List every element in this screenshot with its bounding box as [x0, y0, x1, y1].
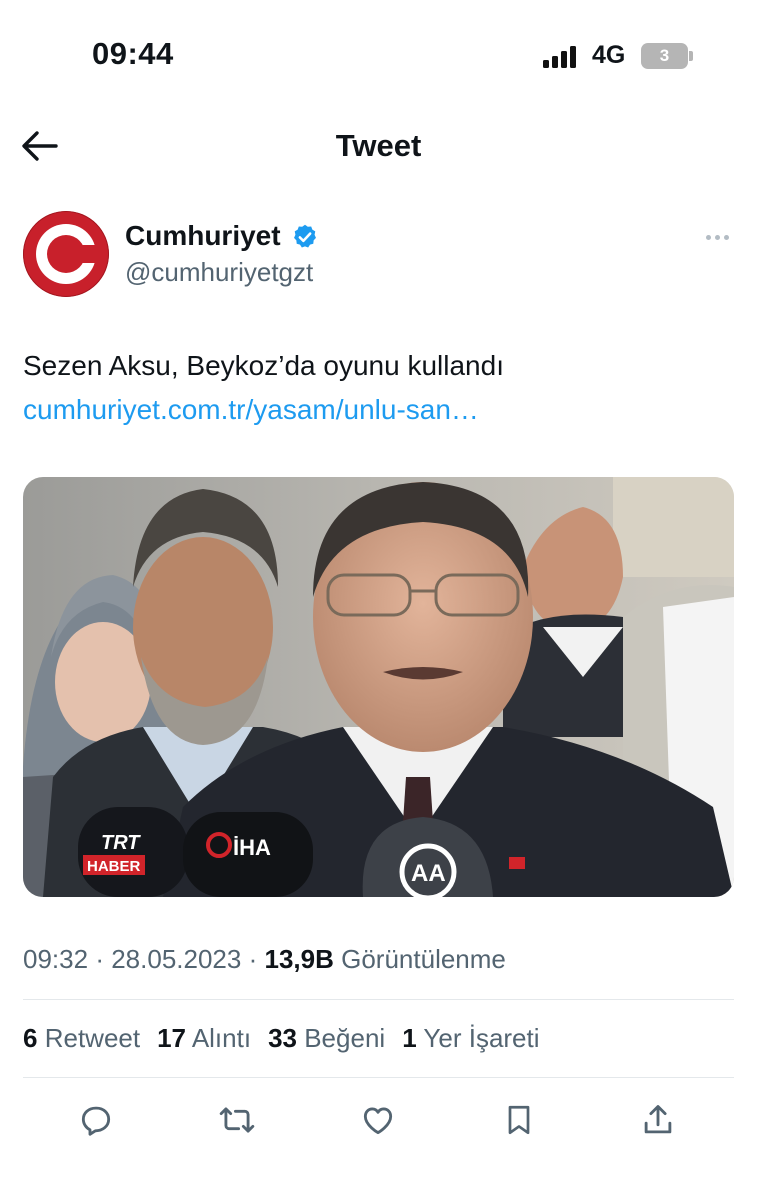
status-bar: 09:44 4G 3: [0, 0, 757, 110]
share-button[interactable]: [636, 1098, 680, 1142]
tweet-text: Sezen Aksu, Beykoz’da oyunu kullandı: [23, 350, 504, 381]
page-title: Tweet: [335, 128, 422, 163]
author-handle[interactable]: @cumhuriyetgzt: [125, 257, 313, 288]
share-icon: [644, 1105, 672, 1134]
views-label: Görüntülenme: [341, 944, 506, 974]
like-button[interactable]: [356, 1098, 400, 1142]
press-conference-photo: TRT HABER İHA AA: [23, 477, 734, 897]
cumhuriyet-logo-icon: [23, 211, 109, 297]
stat-likes[interactable]: 33 Beğeni: [268, 1023, 385, 1054]
divider: [23, 1077, 734, 1078]
bookmark-button[interactable]: [497, 1098, 541, 1142]
tweet-media-image[interactable]: TRT HABER İHA AA: [23, 477, 734, 897]
more-options-icon[interactable]: [699, 226, 735, 248]
divider: [23, 999, 734, 1000]
views-count: 13,9B: [264, 944, 334, 974]
like-icon: [363, 1107, 393, 1135]
network-label: 4G: [592, 41, 626, 69]
tweet-meta: 09:32 · 28.05.2023 · 13,9B Görüntülenme: [23, 944, 506, 974]
top-nav: Tweet: [0, 110, 757, 185]
retweet-icon: [219, 1107, 255, 1133]
verified-badge-icon: [294, 224, 316, 248]
signal-icon: [543, 44, 579, 68]
svg-text:AA: AA: [411, 860, 446, 887]
stat-bookmarks[interactable]: 1 Yer İşareti: [402, 1023, 539, 1054]
svg-text:İHA: İHA: [233, 835, 271, 860]
stat-quotes[interactable]: 17 Alıntı: [157, 1023, 251, 1054]
stat-retweets[interactable]: 6 Retweet: [23, 1023, 140, 1054]
reply-icon: [81, 1106, 111, 1136]
action-bar: [0, 1090, 757, 1150]
status-time: 09:44: [92, 36, 174, 71]
battery-level: 3: [641, 43, 688, 69]
svg-text:HABER: HABER: [87, 858, 141, 875]
tweet-stats: 6 Retweet 17 Alıntı 33 Beğeni 1 Yer İşar…: [23, 1023, 557, 1054]
reply-button[interactable]: [74, 1098, 118, 1142]
svg-text:TRT: TRT: [101, 832, 141, 854]
battery-icon: 3: [641, 43, 693, 69]
bookmark-icon: [508, 1105, 530, 1135]
retweet-button[interactable]: [215, 1098, 259, 1142]
tweet-time: 09:32: [23, 944, 89, 974]
tweet-date: 28.05.2023: [111, 944, 242, 974]
tweet-link[interactable]: cumhuriyet.com.tr/yasam/unlu-san…: [23, 394, 479, 426]
avatar[interactable]: [23, 211, 109, 297]
author-name[interactable]: Cumhuriyet: [125, 220, 281, 252]
